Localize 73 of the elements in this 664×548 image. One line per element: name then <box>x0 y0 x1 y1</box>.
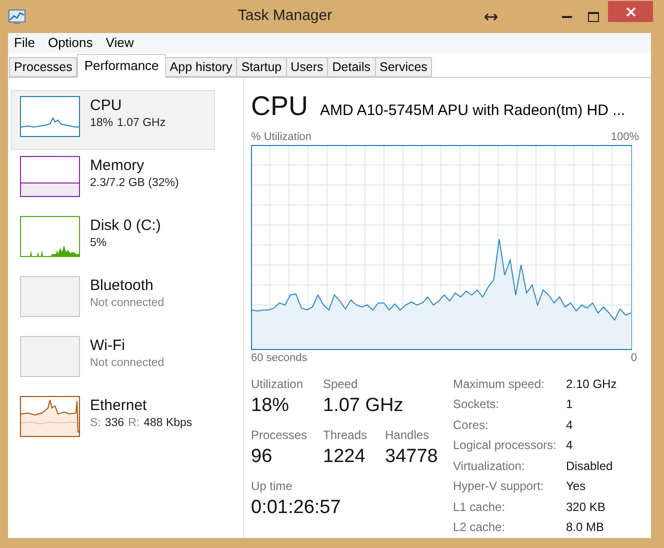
spec-label: L1 cache: <box>453 498 506 516</box>
stat-label: Up time <box>251 478 294 494</box>
stat-value: 0:01:26:57 <box>251 496 341 520</box>
spec-label: Sockets: <box>453 396 500 413</box>
close-icon <box>626 6 636 16</box>
spec-value: 4 <box>566 416 574 434</box>
item-detail: S: <box>90 416 101 431</box>
spec-value: Disabled <box>566 458 614 474</box>
sidebar-item[interactable]: Ethernet S: 336 R: 488 Kbps <box>11 390 215 450</box>
item-detail: 336 <box>104 416 124 431</box>
maximize-icon <box>588 12 598 22</box>
minimize-icon <box>562 15 572 18</box>
close-button[interactable] <box>608 1 653 22</box>
axis-label: 0 <box>630 351 638 366</box>
spec-value: 4 <box>566 437 574 454</box>
item-detail: Not connected <box>90 296 164 311</box>
menu-item[interactable]: View <box>106 33 134 53</box>
window-title: Task Manager <box>238 7 332 24</box>
axis-label: 60 seconds <box>251 351 308 366</box>
sidebar-item[interactable]: CPU 18% 1.07 GHz <box>11 90 215 150</box>
tab[interactable]: Performance <box>77 54 166 78</box>
stat-label: Utilization <box>251 376 304 392</box>
stat-label: Processes <box>251 426 308 444</box>
stat-value: 1.07 GHz <box>323 394 404 418</box>
spec-value: 8.0 MB <box>566 519 606 536</box>
spec-label: Maximum speed: <box>453 376 546 392</box>
spec-value: 320 KB <box>566 498 606 516</box>
item-detail: 18% <box>90 116 114 131</box>
tab[interactable]: Details <box>327 57 376 77</box>
tab[interactable]: Users <box>286 57 328 77</box>
stat-label: Handles <box>385 426 430 444</box>
item-name: Ethernet <box>90 396 148 415</box>
item-name: Bluetooth <box>90 276 154 295</box>
tab[interactable]: App history <box>164 57 238 77</box>
item-detail: Not connected <box>90 356 164 371</box>
spec-value: 1 <box>566 396 574 413</box>
item-name: Disk 0 (C:) <box>90 216 161 235</box>
menu-item[interactable]: File <box>14 33 35 53</box>
item-detail: 2.3/7.2 GB (32%) <box>90 176 179 191</box>
tab[interactable]: Startup <box>236 57 287 77</box>
stat-value: 96 <box>251 444 272 468</box>
item-detail: 488 Kbps <box>144 416 192 431</box>
item-detail: 5% <box>90 236 107 251</box>
sidebar-item[interactable]: Memory 2.3/7.2 GB (32%) <box>11 150 215 210</box>
stat-value: 1224 <box>323 444 366 468</box>
sidebar-item[interactable]: Disk 0 (C:) 5% <box>11 210 215 270</box>
tab[interactable]: Services <box>374 57 432 77</box>
stat-value: 34778 <box>385 444 438 468</box>
spec-value: 2.10 GHz <box>566 376 617 392</box>
stat-label: Threads <box>323 426 368 444</box>
item-name: Wi-Fi <box>90 336 126 355</box>
stat-label: Speed <box>323 376 359 392</box>
stat-value: 18% <box>251 394 290 418</box>
spec-label: Hyper-V support: <box>453 478 545 495</box>
item-name: Memory <box>90 156 146 175</box>
sidebar-item[interactable]: Bluetooth Not connected <box>11 270 215 330</box>
axis-label: 100% <box>610 130 639 144</box>
resize-icon[interactable] <box>484 12 498 22</box>
axis-label: % Utilization <box>251 130 312 144</box>
spec-label: Logical processors: <box>453 437 558 454</box>
app-icon[interactable] <box>8 8 26 24</box>
item-detail: 1.07 GHz <box>117 116 166 131</box>
spec-label: Cores: <box>453 416 490 434</box>
sidebar-item[interactable]: Wi-Fi Not connected <box>11 330 215 390</box>
spec-label: L2 cache: <box>453 519 506 536</box>
spec-label: Virtualization: <box>453 458 526 474</box>
item-name: CPU <box>90 96 123 115</box>
tab[interactable]: Processes <box>9 57 78 77</box>
menu-item[interactable]: Options <box>48 33 93 53</box>
processor-name: AMD A10-5745M APU with Radeon(tm) HD ... <box>320 101 626 121</box>
spec-value: Yes <box>566 478 587 495</box>
panel-title: CPU <box>251 90 308 123</box>
item-detail: R: <box>128 416 140 431</box>
